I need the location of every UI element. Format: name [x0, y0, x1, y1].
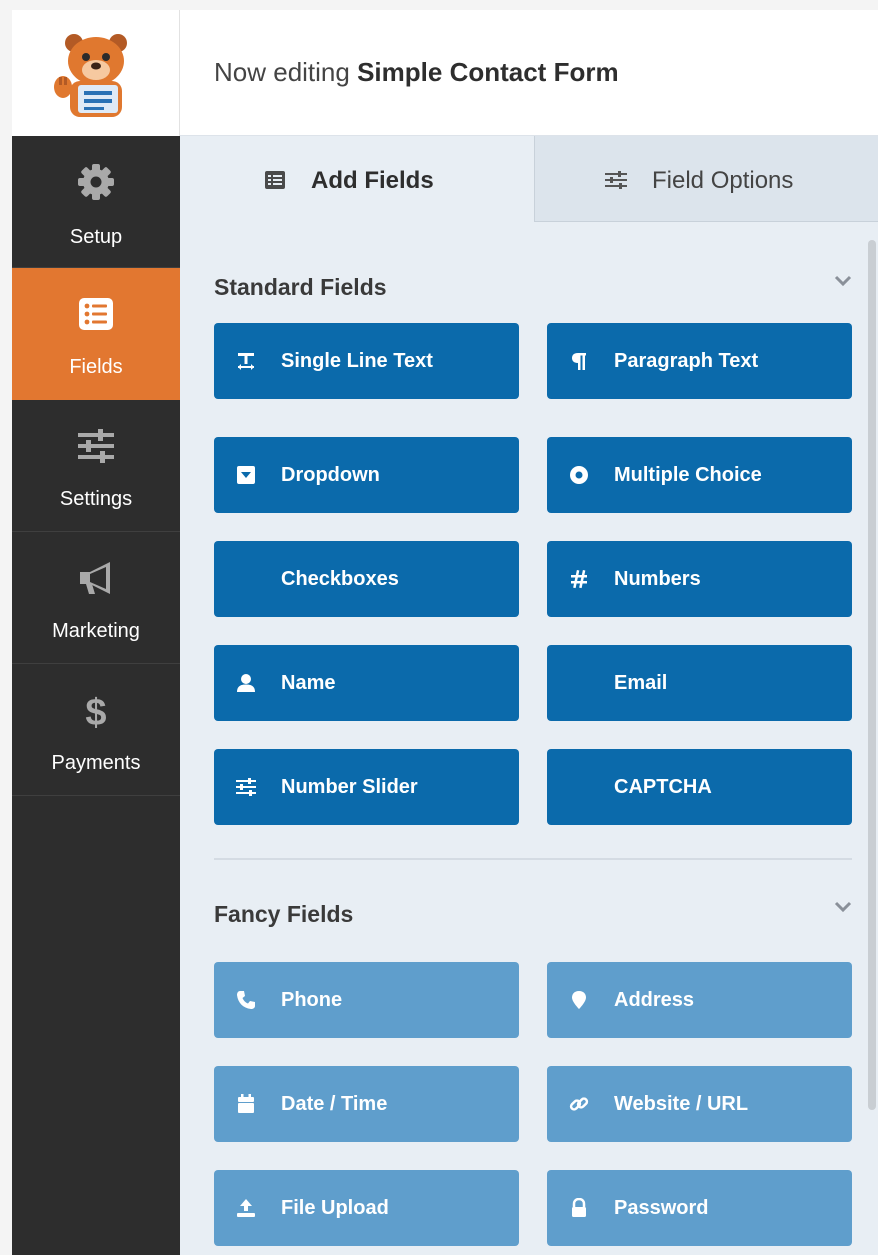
field-button-multiple-choice[interactable]: Multiple Choice [547, 437, 852, 513]
scrollbar[interactable] [868, 240, 876, 1110]
link-icon [569, 1097, 589, 1111]
logo [12, 10, 180, 136]
calendar-icon [238, 1094, 254, 1113]
list-icon [79, 298, 113, 330]
list-icon [265, 171, 285, 189]
title-prefix: Now editing [214, 57, 350, 87]
field-button-label: Email [614, 672, 668, 694]
field-button-address[interactable]: Address [547, 962, 852, 1038]
field-button-label: Multiple Choice [614, 464, 762, 486]
sidebar-item-label: Payments [51, 752, 141, 774]
sidebar-item-settings[interactable]: Settings [12, 400, 180, 532]
field-button-label: Single Line Text [281, 350, 433, 372]
field-button-label: Date / Time [281, 1093, 388, 1115]
tab-add-fields[interactable]: Add Fields [180, 136, 534, 222]
field-button-paragraph-text[interactable]: Paragraph Text [547, 323, 852, 399]
field-button-label: File Upload [281, 1197, 389, 1219]
field-button-captcha[interactable]: CAPTCHA [547, 749, 852, 825]
sliders-icon [236, 778, 256, 796]
caret-square-icon [237, 466, 255, 484]
chevron-down-icon[interactable] [834, 275, 852, 287]
svg-text:$: $ [85, 692, 106, 730]
field-button-checkboxes[interactable]: Checkboxes [214, 541, 519, 617]
map-pin-icon [572, 991, 586, 1009]
sidebar-item-setup[interactable]: Setup [12, 136, 180, 268]
radio-dot-icon [570, 466, 588, 484]
window-left-edge [0, 0, 12, 1255]
lock-icon [572, 1198, 586, 1217]
field-button-website-url[interactable]: Website / URL [547, 1066, 852, 1142]
field-button-label: Name [281, 672, 336, 694]
megaphone-icon [80, 562, 110, 594]
field-button-email[interactable]: Email [547, 645, 852, 721]
upload-icon [237, 1199, 255, 1217]
field-button-phone[interactable]: Phone [214, 962, 519, 1038]
field-button-numbers[interactable]: Numbers [547, 541, 852, 617]
field-button-label: Address [614, 989, 695, 1011]
section-divider [214, 858, 852, 860]
field-button-label: CAPTCHA [614, 776, 712, 798]
header: Now editing Simple Contact Form [180, 10, 878, 136]
field-button-label: Website / URL [614, 1093, 749, 1115]
chevron-down-icon[interactable] [834, 901, 852, 913]
form-name: Simple Contact Form [357, 57, 619, 87]
field-button-dropdown[interactable]: Dropdown [214, 437, 519, 513]
field-button-file-upload[interactable]: File Upload [214, 1170, 519, 1246]
tab-label: Field Options [652, 167, 794, 194]
sidebar-item-label: Settings [59, 488, 133, 510]
text-cursor-icon [238, 353, 254, 370]
field-button-number-slider[interactable]: Number Slider [214, 749, 519, 825]
sidebar-item-label: Setup [69, 226, 123, 248]
user-icon [237, 674, 255, 692]
form-builder: Setup Fields Settings Marketing $ Paymen… [12, 10, 878, 1255]
sidebar-item-fields[interactable]: Fields [12, 268, 180, 400]
gear-icon [78, 164, 114, 200]
tab-field-options[interactable]: Field Options [534, 136, 878, 222]
window-top-edge [0, 0, 878, 10]
fancy-fields-title: Fancy Fields [214, 901, 354, 927]
paragraph-icon [572, 353, 586, 370]
field-button-single-line-text[interactable]: Single Line Text [214, 323, 519, 399]
standard-fields-title: Standard Fields [214, 274, 387, 300]
sidebar-item-label: Fields [69, 356, 123, 378]
sidebar-item-marketing[interactable]: Marketing [12, 532, 180, 664]
page-title: Now editing Simple Contact Form [214, 57, 619, 88]
fields-panel: Standard Fields Single Line Text Paragra… [180, 222, 878, 1255]
field-button-label: Phone [281, 989, 343, 1011]
dollar-icon: $ [85, 692, 106, 730]
field-button-label: Paragraph Text [614, 350, 759, 372]
bear-mascot-icon [54, 34, 127, 117]
panel-tabs: Add Fields Field Options [180, 136, 878, 222]
field-button-label: Numbers [614, 568, 701, 590]
sliders-icon [78, 429, 114, 463]
sidebar: Setup Fields Settings Marketing $ Paymen… [12, 10, 180, 1255]
field-button-password[interactable]: Password [547, 1170, 852, 1246]
hash-icon [571, 569, 587, 589]
field-button-label: Password [614, 1197, 709, 1219]
field-button-label: Checkboxes [281, 568, 399, 590]
field-button-label: Number Slider [281, 776, 418, 798]
tab-label: Add Fields [311, 167, 434, 194]
sidebar-item-payments[interactable]: $ Payments [12, 664, 180, 796]
field-button-label: Dropdown [281, 464, 380, 486]
field-button-date-time[interactable]: Date / Time [214, 1066, 519, 1142]
sliders-icon [605, 171, 627, 189]
phone-icon [237, 991, 255, 1009]
sidebar-item-label: Marketing [52, 620, 140, 642]
field-button-name[interactable]: Name [214, 645, 519, 721]
